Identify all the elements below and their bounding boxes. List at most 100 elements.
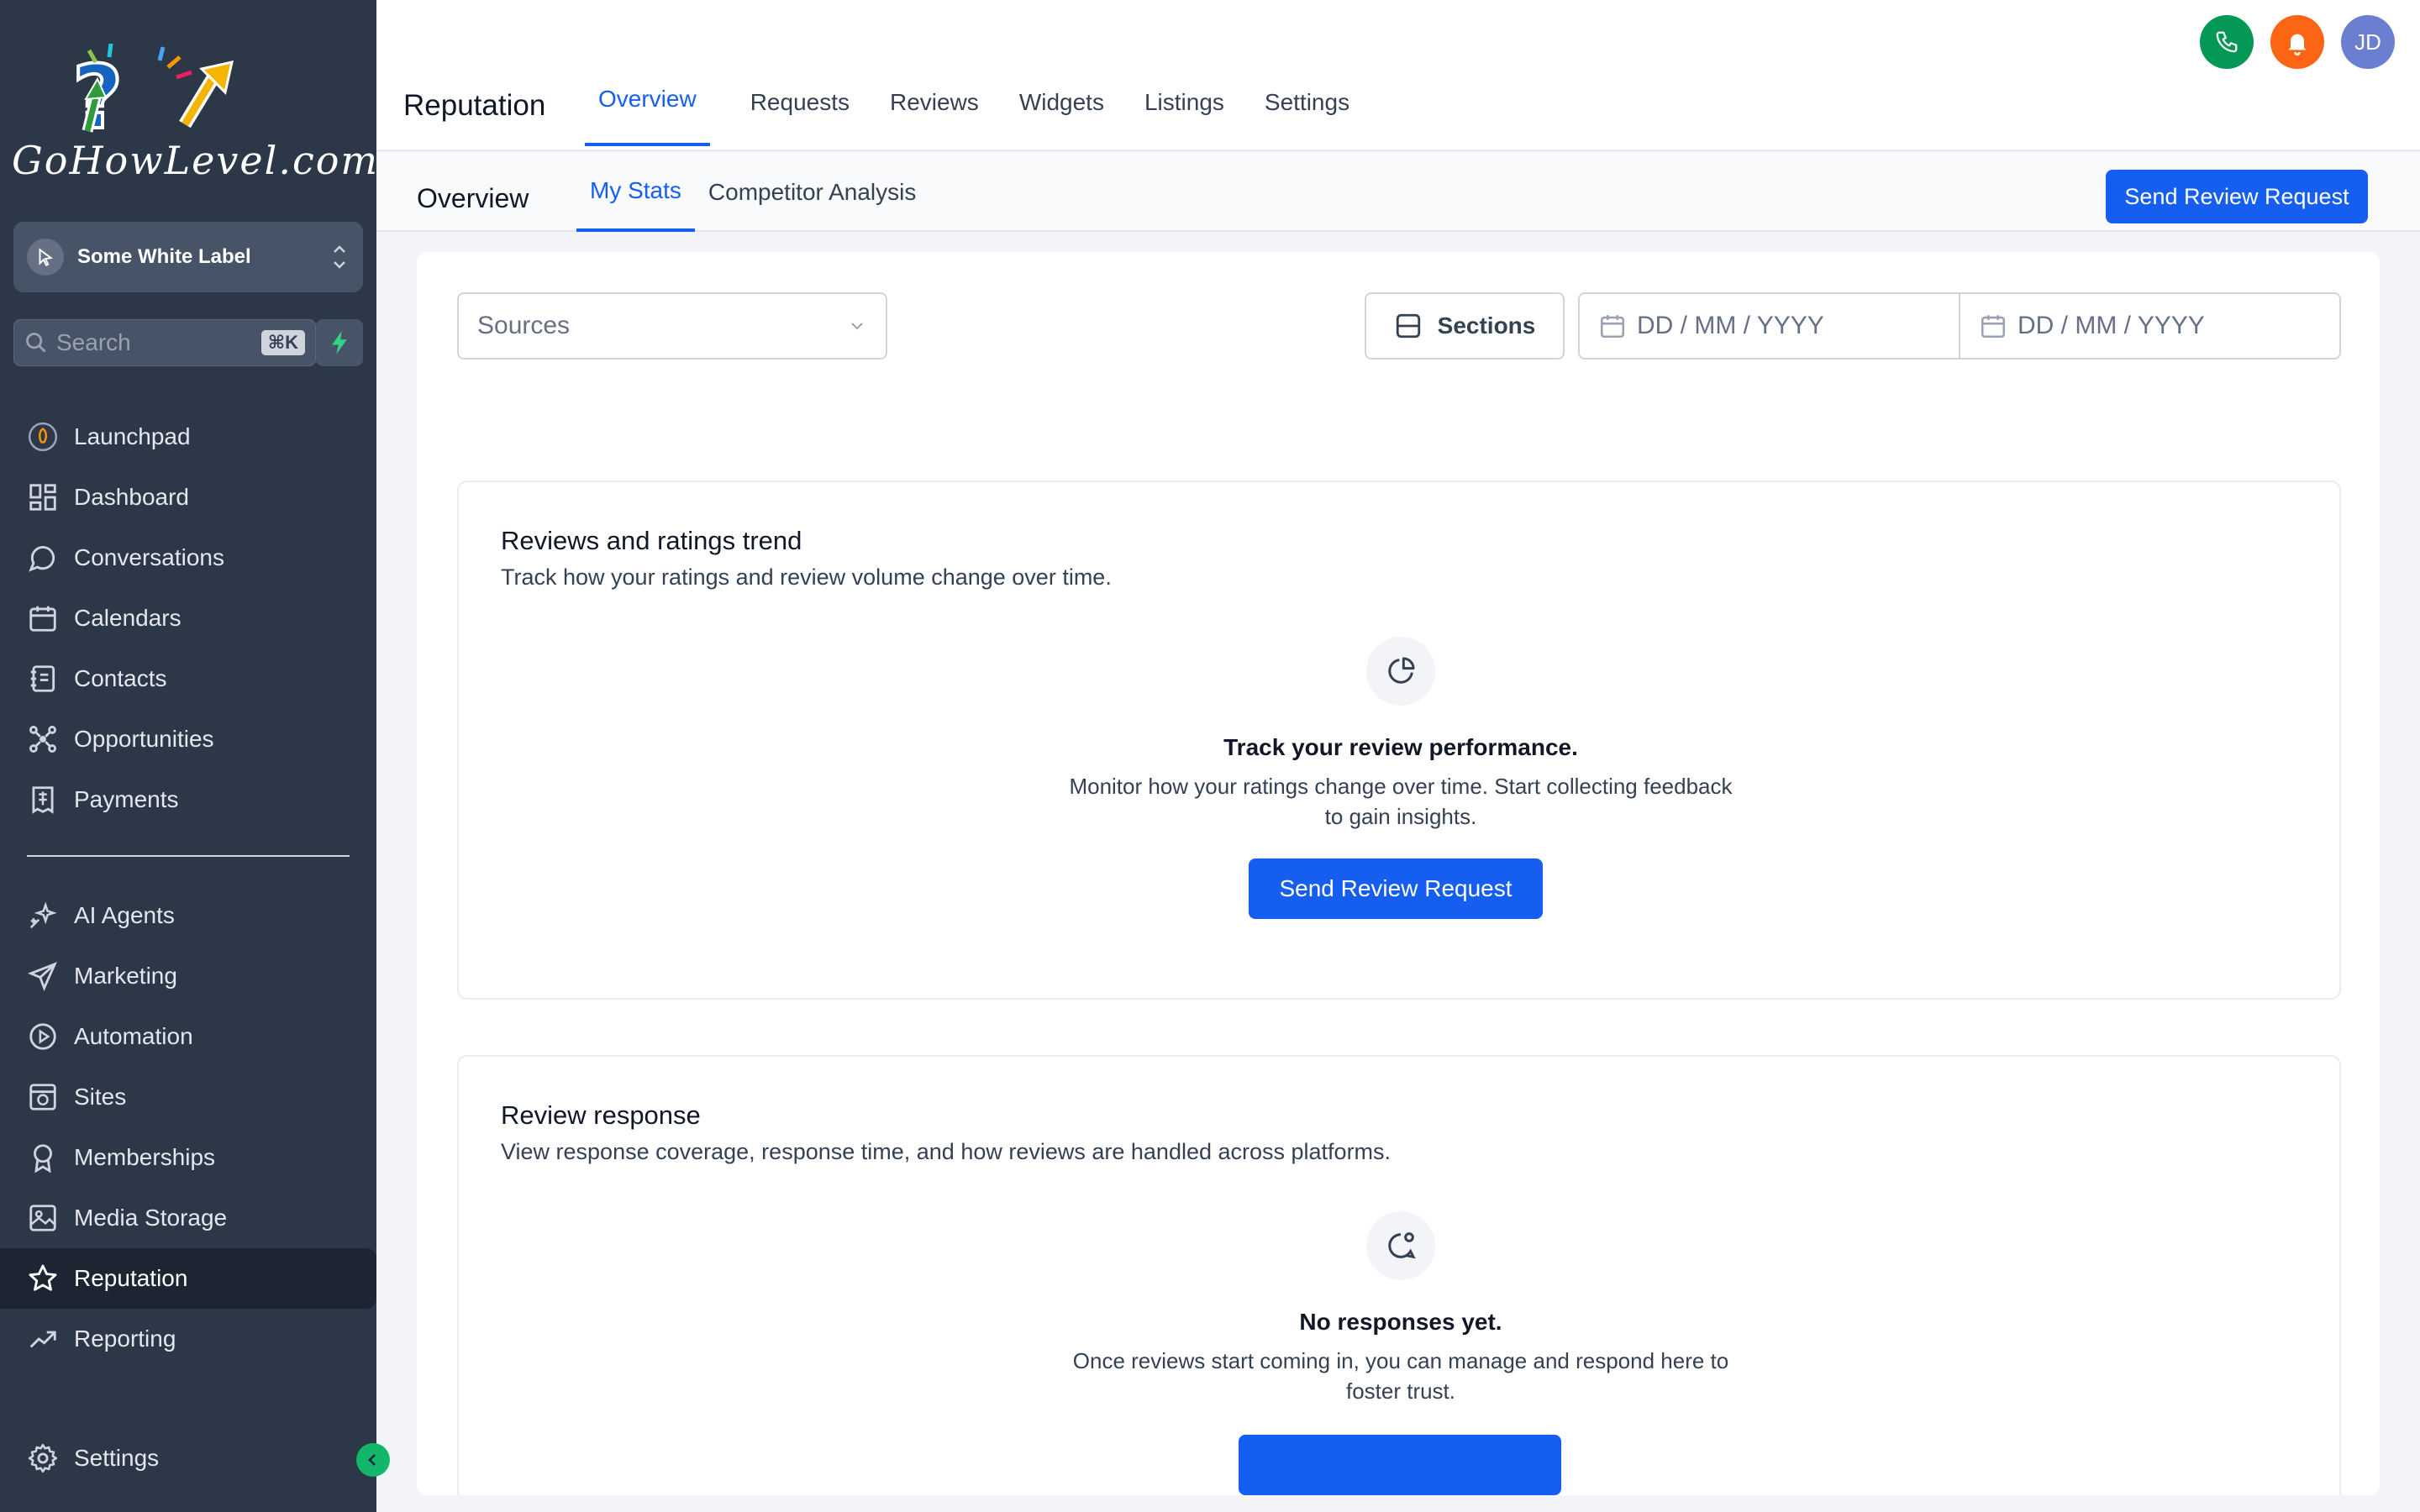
send-icon xyxy=(27,962,57,992)
empty-state-title: Track your review performance. xyxy=(1223,734,1578,760)
end-date-input[interactable]: DD / MM / YYYY xyxy=(1959,294,2339,358)
main-content: Sources Sections DD / MM / YYYY DD / MM … xyxy=(417,252,2380,1495)
sidebar-item-label: Sites xyxy=(74,1084,127,1110)
sidebar-item-label: Payments xyxy=(74,786,179,812)
pie-chart-icon xyxy=(1366,637,1435,706)
start-date-input[interactable]: DD / MM / YYYY xyxy=(1580,294,1959,358)
tab-listings[interactable]: Listings xyxy=(1144,76,1224,146)
gear-icon xyxy=(28,1443,58,1473)
sources-select[interactable]: Sources xyxy=(457,292,887,360)
sidebar-item-label: Opportunities xyxy=(74,726,214,752)
pointer-icon xyxy=(27,239,64,276)
tab-overview[interactable]: Overview xyxy=(585,76,710,146)
start-date-placeholder: DD / MM / YYYY xyxy=(1637,312,1824,339)
search-input[interactable]: Search ⌘K xyxy=(13,319,316,366)
user-avatar[interactable]: JD xyxy=(2341,15,2395,69)
chevron-left-icon xyxy=(368,1454,376,1466)
logo-mark-icon: ? xyxy=(71,43,234,150)
send-review-request-empty-button[interactable]: Send Review Request xyxy=(1249,858,1543,919)
sidebar-item-media-storage[interactable]: Media Storage xyxy=(0,1188,376,1248)
sidebar-item-label: Conversations xyxy=(74,544,224,570)
sidebar-item-launchpad[interactable]: Launchpad xyxy=(0,407,376,467)
chevron-updown-icon xyxy=(334,245,345,269)
sections-label: Sections xyxy=(1437,312,1536,339)
sub-header: Overview My Stats Competitor Analysis Se… xyxy=(376,153,2420,232)
sidebar-item-label: Reporting xyxy=(74,1326,176,1352)
bolt-icon xyxy=(332,331,347,354)
reviews-trend-panel: Reviews and ratings trend Track how your… xyxy=(457,480,2341,1000)
sidebar-nav-footer: Settings xyxy=(0,1428,376,1488)
date-range-picker: DD / MM / YYYY DD / MM / YYYY xyxy=(1578,292,2341,360)
sidebar-nav-primary: Launchpad Dashboard Conversations Calend… xyxy=(0,407,376,830)
search-icon xyxy=(26,333,46,353)
sidebar-item-dashboard[interactable]: Dashboard xyxy=(0,467,376,528)
collapse-sidebar-button[interactable] xyxy=(356,1443,390,1477)
phone-button[interactable] xyxy=(2200,15,2254,69)
calendar-icon xyxy=(1981,315,2006,339)
chat-bubble-icon xyxy=(29,546,55,572)
sidebar-item-reporting[interactable]: Reporting xyxy=(0,1309,376,1369)
sidebar-item-marketing[interactable]: Marketing xyxy=(0,946,376,1006)
sidebar: ? GoHowLevel.com Some White Label Search… xyxy=(0,0,377,1512)
module-tabs: Overview Requests Reviews Widgets Listin… xyxy=(585,76,1390,146)
sidebar-item-label: Media Storage xyxy=(74,1205,228,1231)
workspace-switcher[interactable]: Some White Label xyxy=(13,222,363,292)
panel-title: Review response xyxy=(501,1100,701,1130)
search-placeholder: Search xyxy=(56,329,131,355)
sidebar-item-memberships[interactable]: Memberships xyxy=(0,1127,376,1188)
rocket-icon xyxy=(28,422,58,452)
overview-tabs: My Stats Competitor Analysis xyxy=(576,153,929,232)
sidebar-item-label: AI Agents xyxy=(74,902,175,928)
sidebar-item-opportunities[interactable]: Opportunities xyxy=(0,709,376,769)
sidebar-item-label: Automation xyxy=(74,1023,193,1049)
sections-button[interactable]: Sections xyxy=(1365,292,1565,360)
sidebar-item-sites[interactable]: Sites xyxy=(0,1067,376,1127)
star-icon xyxy=(29,1264,57,1291)
chevron-down-icon xyxy=(851,323,863,330)
sidebar-divider xyxy=(27,855,350,857)
sidebar-item-reputation[interactable]: Reputation xyxy=(0,1248,376,1309)
send-review-request-button[interactable]: Send Review Request xyxy=(2106,170,2368,223)
tab-reviews[interactable]: Reviews xyxy=(890,76,979,146)
workspace-name: Some White Label xyxy=(77,245,251,268)
section-title: Overview xyxy=(417,183,529,213)
tab-settings[interactable]: Settings xyxy=(1265,76,1349,146)
panel-description: View response coverage, response time, a… xyxy=(501,1139,1392,1164)
network-icon xyxy=(29,726,56,753)
empty-state-title: No responses yet. xyxy=(1299,1309,1502,1335)
end-date-placeholder: DD / MM / YYYY xyxy=(2018,312,2205,339)
browser-icon xyxy=(29,1084,56,1110)
sidebar-item-ai-agents[interactable]: AI Agents xyxy=(0,885,376,946)
grid-icon xyxy=(29,484,56,511)
sources-placeholder: Sources xyxy=(477,312,571,339)
header-actions: JD xyxy=(2183,15,2395,69)
calendar-icon xyxy=(29,606,56,632)
sidebar-item-label: Dashboard xyxy=(74,484,189,510)
page-title: Reputation xyxy=(403,89,546,122)
phone-icon xyxy=(2216,31,2238,53)
sidebar-item-calendars[interactable]: Calendars xyxy=(0,588,376,648)
sidebar-item-settings[interactable]: Settings xyxy=(0,1428,376,1488)
calendar-icon xyxy=(1600,315,1625,339)
brand-logo[interactable]: ? GoHowLevel.com xyxy=(12,43,377,195)
play-circle-icon xyxy=(29,1023,56,1050)
panel-title: Reviews and ratings trend xyxy=(501,526,802,555)
chat-notification-icon xyxy=(1366,1211,1435,1280)
quick-action-button[interactable] xyxy=(316,319,363,366)
sidebar-nav-secondary: AI Agents Marketing Automation Sites Mem… xyxy=(0,885,376,1369)
sidebar-item-conversations[interactable]: Conversations xyxy=(0,528,376,588)
notifications-button[interactable] xyxy=(2270,15,2324,69)
trend-icon xyxy=(29,1331,56,1348)
tab-competitor-analysis[interactable]: Competitor Analysis xyxy=(695,153,929,232)
tab-widgets[interactable]: Widgets xyxy=(1019,76,1104,146)
sidebar-item-contacts[interactable]: Contacts xyxy=(0,648,376,709)
bell-icon xyxy=(2288,34,2307,55)
review-response-panel: Review response View response coverage, … xyxy=(457,1055,2341,1495)
tab-my-stats[interactable]: My Stats xyxy=(576,153,695,232)
contact-book-icon xyxy=(30,665,55,692)
sidebar-item-payments[interactable]: Payments xyxy=(0,769,376,830)
sidebar-item-label: Launchpad xyxy=(74,423,191,449)
partial-action-button[interactable] xyxy=(1239,1435,1561,1495)
tab-requests[interactable]: Requests xyxy=(750,76,850,146)
sidebar-item-automation[interactable]: Automation xyxy=(0,1006,376,1067)
